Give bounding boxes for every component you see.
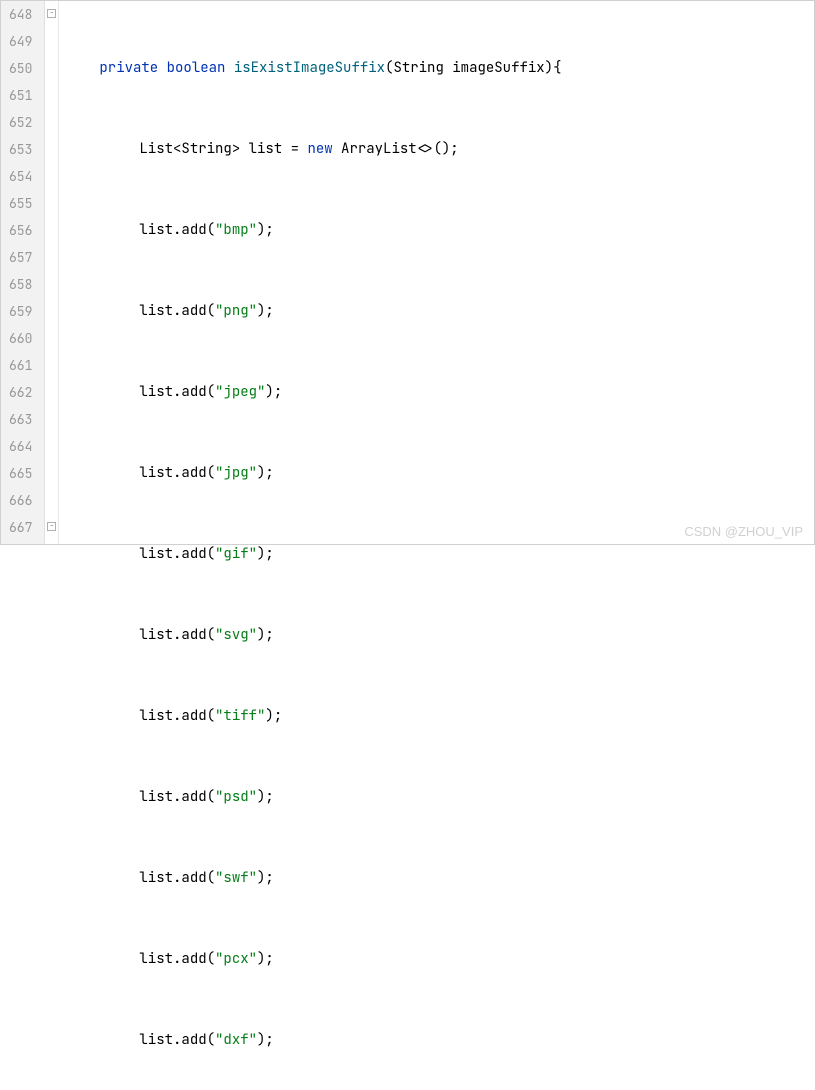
code-line[interactable]: list.add("pcx"); [79, 946, 814, 973]
method-call: .add( [173, 302, 215, 320]
line-number: 652 [9, 109, 32, 136]
code-content[interactable]: private boolean isExistImageSuffix ( Strin… [59, 1, 814, 544]
punct: ( [433, 140, 441, 158]
code-line[interactable]: private boolean isExistImageSuffix(Strin… [79, 55, 814, 82]
method-call: .add( [173, 464, 215, 482]
keyword: new [307, 140, 332, 158]
punct: ); [265, 383, 282, 401]
type: ArrayList [341, 140, 417, 158]
identifier: list [139, 221, 173, 239]
fold-toggle-icon[interactable]: − [47, 522, 56, 531]
line-number: 667 [9, 514, 32, 541]
identifier: list [249, 140, 283, 158]
line-number: 662 [9, 379, 32, 406]
identifier: list [139, 869, 173, 887]
punct: ); [257, 302, 274, 320]
identifier: list [139, 383, 173, 401]
method-call: .add( [173, 707, 215, 725]
string-literal: "psd" [215, 788, 257, 806]
line-number-gutter: 648 649 650 651 652 653 654 655 656 657 … [1, 1, 45, 544]
keyword: private [99, 59, 158, 77]
line-number: 650 [9, 55, 32, 82]
line-number: 658 [9, 271, 32, 298]
method-call: .add( [173, 950, 215, 968]
identifier: imageSuffix [452, 59, 544, 77]
string-literal: "pcx" [215, 950, 257, 968]
line-number: 657 [9, 244, 32, 271]
punct: ); [257, 869, 274, 887]
line-number: 653 [9, 136, 32, 163]
code-line[interactable]: list.add("swf"); [79, 865, 814, 892]
punct: { [553, 59, 561, 77]
line-number: 661 [9, 352, 32, 379]
method-call: .add( [173, 545, 215, 563]
code-line[interactable]: list.add("jpg"); [79, 460, 814, 487]
identifier: list [139, 545, 173, 563]
string-literal: "gif" [215, 545, 257, 563]
line-number: 663 [9, 406, 32, 433]
string-literal: "jpeg" [215, 383, 265, 401]
method-call: .add( [173, 383, 215, 401]
line-number: 666 [9, 487, 32, 514]
string-literal: "jpg" [215, 464, 257, 482]
identifier: list [139, 464, 173, 482]
punct: ); [257, 464, 274, 482]
code-editor[interactable]: 648 649 650 651 652 653 654 655 656 657 … [0, 0, 815, 545]
type: String [393, 59, 443, 77]
line-number: 665 [9, 460, 32, 487]
line-number: 648 [9, 1, 32, 28]
string-literal: "png" [215, 302, 257, 320]
method-call: .add( [173, 221, 215, 239]
identifier: list [139, 626, 173, 644]
line-number: 654 [9, 163, 32, 190]
generic: <String> [173, 140, 240, 158]
punct: ); [257, 788, 274, 806]
line-number: 664 [9, 433, 32, 460]
identifier: list [139, 707, 173, 725]
punct: ); [257, 221, 274, 239]
line-number: 651 [9, 82, 32, 109]
line-number: 655 [9, 190, 32, 217]
method-name: isExistImageSuffix [234, 59, 385, 77]
line-number: 656 [9, 217, 32, 244]
string-literal: "svg" [215, 626, 257, 644]
method-call: .add( [173, 1031, 215, 1049]
method-call: .add( [173, 788, 215, 806]
code-line[interactable]: list.add("psd"); [79, 784, 814, 811]
string-literal: "dxf" [215, 1031, 257, 1049]
punct: ); [257, 545, 274, 563]
code-line[interactable]: list.add("gif"); [79, 541, 814, 568]
code-line[interactable]: list.add("jpeg"); [79, 379, 814, 406]
string-literal: "tiff" [215, 707, 265, 725]
code-line[interactable]: List<String> list = new ArrayList<>(); [79, 136, 814, 163]
punct: ); [257, 1031, 274, 1049]
string-literal: "bmp" [215, 221, 257, 239]
code-line[interactable]: list.add("dxf"); [79, 1027, 814, 1054]
punct: ) [545, 59, 553, 77]
line-number: 659 [9, 298, 32, 325]
identifier: list [139, 1031, 173, 1049]
identifier: list [139, 302, 173, 320]
diamond: <> [417, 140, 434, 158]
code-line[interactable]: list.add("png"); [79, 298, 814, 325]
line-number: 649 [9, 28, 32, 55]
keyword: boolean [167, 59, 226, 77]
fold-toggle-icon[interactable]: − [47, 9, 56, 18]
code-line[interactable]: list.add("bmp"); [79, 217, 814, 244]
punct: ); [442, 140, 459, 158]
fold-gutter: − − [45, 1, 59, 544]
assign: = [282, 140, 307, 158]
identifier: list [139, 788, 173, 806]
punct: ); [265, 707, 282, 725]
method-call: .add( [173, 626, 215, 644]
method-call: .add( [173, 869, 215, 887]
punct: ); [257, 950, 274, 968]
identifier: list [139, 950, 173, 968]
type: List [139, 140, 173, 158]
code-line[interactable]: list.add("svg"); [79, 622, 814, 649]
line-number: 660 [9, 325, 32, 352]
punct: ); [257, 626, 274, 644]
code-line[interactable]: list.add("tiff"); [79, 703, 814, 730]
string-literal: "swf" [215, 869, 257, 887]
